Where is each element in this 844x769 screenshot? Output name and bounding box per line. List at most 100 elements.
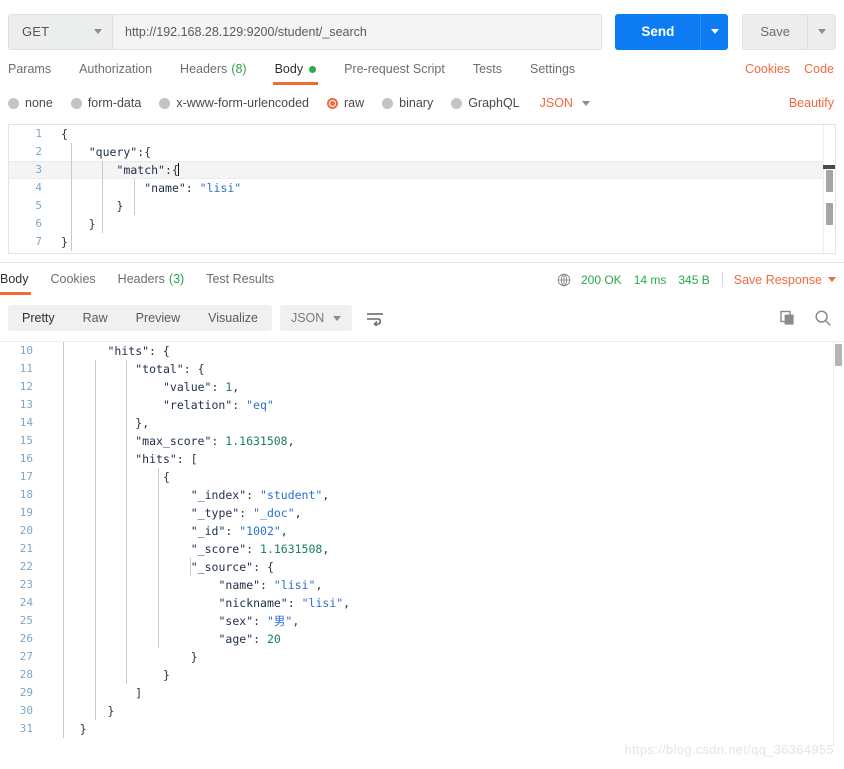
code-line: 10 "hits": { (0, 342, 844, 360)
request-editor-scrollbar[interactable] (823, 125, 835, 253)
request-url-input[interactable]: http://192.168.28.129:9200/student/_sear… (112, 13, 603, 50)
tab-pre-request-script[interactable]: Pre-request Script (344, 54, 445, 85)
tab-label: Authorization (79, 62, 153, 76)
tab-params[interactable]: Params (8, 54, 51, 85)
tab-tests[interactable]: Tests (473, 54, 502, 85)
line-number: 26 (19, 632, 33, 645)
save-button-group: Save (742, 13, 836, 50)
body-type-urlencoded[interactable]: x-www-form-urlencoded (159, 96, 309, 110)
save-response-button[interactable]: Save Response (734, 273, 836, 287)
radio-label: raw (344, 96, 365, 110)
code-line: 4 "name": "lisi" (9, 179, 835, 197)
tab-settings[interactable]: Settings (530, 54, 575, 85)
view-mode-visualize[interactable]: Visualize (194, 305, 272, 331)
scrollbar-thumb[interactable] (835, 344, 842, 366)
radio-label: GraphQL (468, 96, 520, 110)
search-icon[interactable] (814, 309, 832, 327)
line-content: "name": "lisi" (144, 181, 242, 195)
radio-icon (382, 97, 394, 109)
line-content: } (79, 722, 87, 736)
radio-icon (8, 97, 19, 109)
line-content: } (107, 704, 115, 718)
response-format-select[interactable]: JSON (279, 305, 353, 331)
line-content: "age": 20 (218, 632, 281, 646)
line-content: "query":{ (88, 145, 152, 159)
postman-window: GET http://192.168.28.129:9200/student/_… (0, 0, 844, 769)
radio-label: form-data (87, 96, 142, 110)
code-line: 6 } (9, 215, 835, 233)
response-time: 14 ms (633, 272, 667, 287)
save-options-button[interactable] (807, 13, 836, 50)
radio-selected-icon (327, 97, 338, 109)
line-content: "name": "lisi", (218, 578, 323, 592)
line-number: 24 (19, 596, 33, 609)
request-url-bar: GET http://192.168.28.129:9200/student/_… (0, 0, 844, 54)
radio-icon (70, 97, 82, 109)
line-content: } (116, 199, 124, 213)
http-method-select[interactable]: GET (8, 13, 112, 50)
line-number: 28 (19, 668, 33, 681)
request-code-lines: 1{2 "query":{3 "match":{4 "name": "lisi"… (9, 125, 835, 251)
line-number: 4 (35, 181, 42, 194)
word-wrap-button[interactable] (362, 305, 388, 331)
http-method-label: GET (22, 24, 50, 39)
radio-label: none (25, 96, 53, 110)
save-button[interactable]: Save (742, 13, 807, 50)
tab-label: Settings (530, 62, 576, 76)
code-line: 2 "query":{ (9, 143, 835, 161)
line-number: 25 (19, 614, 33, 627)
tab-headers[interactable]: Headers (8) (180, 54, 247, 85)
scrollbar-thumb[interactable] (826, 170, 833, 192)
beautify-button[interactable]: Beautify (789, 96, 834, 110)
indent-guide (95, 360, 96, 720)
line-content: { (163, 470, 170, 484)
view-mode-raw[interactable]: Raw (69, 305, 122, 331)
view-mode-preview[interactable]: Preview (122, 305, 194, 331)
line-number: 13 (19, 398, 33, 411)
radio-icon (451, 97, 463, 109)
tab-body[interactable]: Body (272, 54, 318, 85)
response-scrollbar[interactable] (833, 342, 844, 747)
chevron-down-icon (581, 100, 590, 106)
response-body-viewer[interactable]: 10 "hits": {11 "total": {12 "value": 1, 1… (0, 341, 844, 747)
line-number: 1 (35, 127, 42, 140)
view-mode-pretty[interactable]: Pretty (8, 305, 69, 331)
body-type-binary[interactable]: binary (382, 96, 433, 110)
word-wrap-icon (367, 313, 384, 326)
cookies-link[interactable]: Cookies (745, 62, 790, 76)
request-header-links: Cookies Code (731, 62, 834, 76)
code-line: 30 } (0, 702, 844, 720)
tab-authorization[interactable]: Authorization (79, 54, 152, 85)
request-body-editor[interactable]: 1{2 "query":{3 "match":{4 "name": "lisi"… (8, 124, 836, 254)
tab-label: Headers (117, 272, 165, 286)
code-line: 3 "match":{ (9, 161, 835, 179)
response-tab-test-results[interactable]: Test Results (206, 263, 274, 295)
body-type-graphql[interactable]: GraphQL (451, 96, 520, 110)
body-active-dot-icon (309, 65, 317, 73)
line-number: 17 (19, 470, 33, 483)
code-line: 5 } (9, 197, 835, 215)
body-type-form-data[interactable]: form-data (70, 96, 142, 110)
body-type-raw[interactable]: raw (327, 96, 364, 110)
code-line: 29 ] (0, 684, 844, 702)
radio-icon (159, 97, 171, 109)
body-format-select[interactable]: JSON (540, 96, 590, 110)
body-type-none[interactable]: none (8, 96, 53, 110)
code-line: 7} (9, 233, 835, 251)
line-number: 10 (19, 344, 33, 357)
scrollbar-thumb-secondary[interactable] (826, 203, 833, 225)
response-status-bar: 200 OK 14 ms 345 B Save Response (557, 272, 836, 287)
response-tab-cookies[interactable]: Cookies (51, 263, 96, 295)
copy-icon[interactable] (780, 310, 797, 327)
watermark: https://blog.csdn.net/qq_36364955 (624, 742, 834, 757)
indent-guide (71, 143, 72, 251)
line-content: "value": 1, (163, 380, 240, 394)
line-number: 2 (35, 145, 42, 158)
response-tab-headers[interactable]: Headers (3) (118, 263, 185, 295)
code-link[interactable]: Code (804, 62, 834, 76)
line-number: 21 (19, 542, 33, 555)
send-button[interactable]: Send (615, 13, 701, 50)
send-options-button[interactable] (700, 13, 729, 50)
radio-label: binary (399, 96, 434, 110)
response-tab-body[interactable]: Body (0, 263, 30, 295)
